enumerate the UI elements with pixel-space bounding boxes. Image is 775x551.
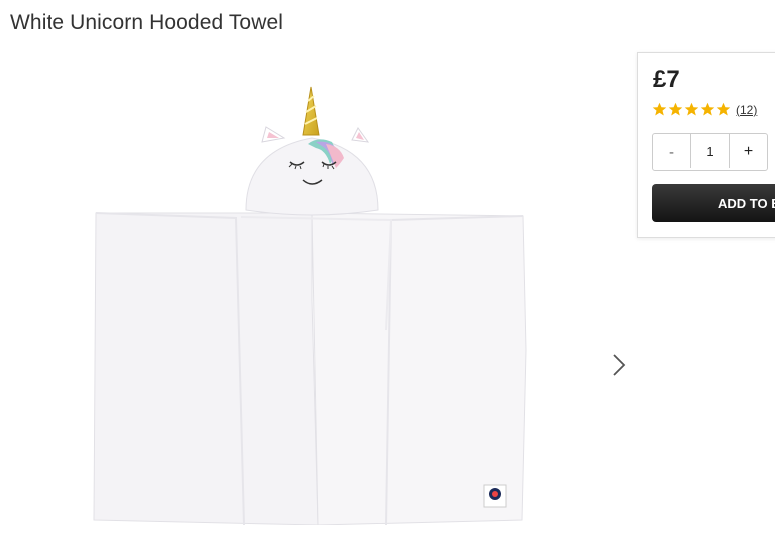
purchase-panel: £7 (12) - + ADD TO BAG <box>637 52 775 238</box>
star-icon <box>700 102 715 116</box>
star-icon <box>668 102 683 116</box>
star-icon <box>716 102 731 116</box>
star-rating <box>652 102 731 117</box>
chevron-right-icon[interactable] <box>608 352 630 378</box>
add-to-bag-button[interactable]: ADD TO BAG <box>652 184 775 222</box>
quantity-stepper: - + <box>652 133 768 171</box>
review-count-link[interactable]: (12) <box>736 103 757 117</box>
star-icon <box>652 102 667 116</box>
increase-quantity-button[interactable]: + <box>730 134 767 170</box>
decrease-quantity-button[interactable]: - <box>653 134 690 170</box>
product-title: White Unicorn Hooded Towel <box>10 11 284 34</box>
star-icon <box>684 102 699 116</box>
quantity-input[interactable] <box>690 134 730 168</box>
product-image <box>93 86 527 525</box>
price: £7 <box>653 66 680 93</box>
rating: (12) <box>652 102 757 117</box>
